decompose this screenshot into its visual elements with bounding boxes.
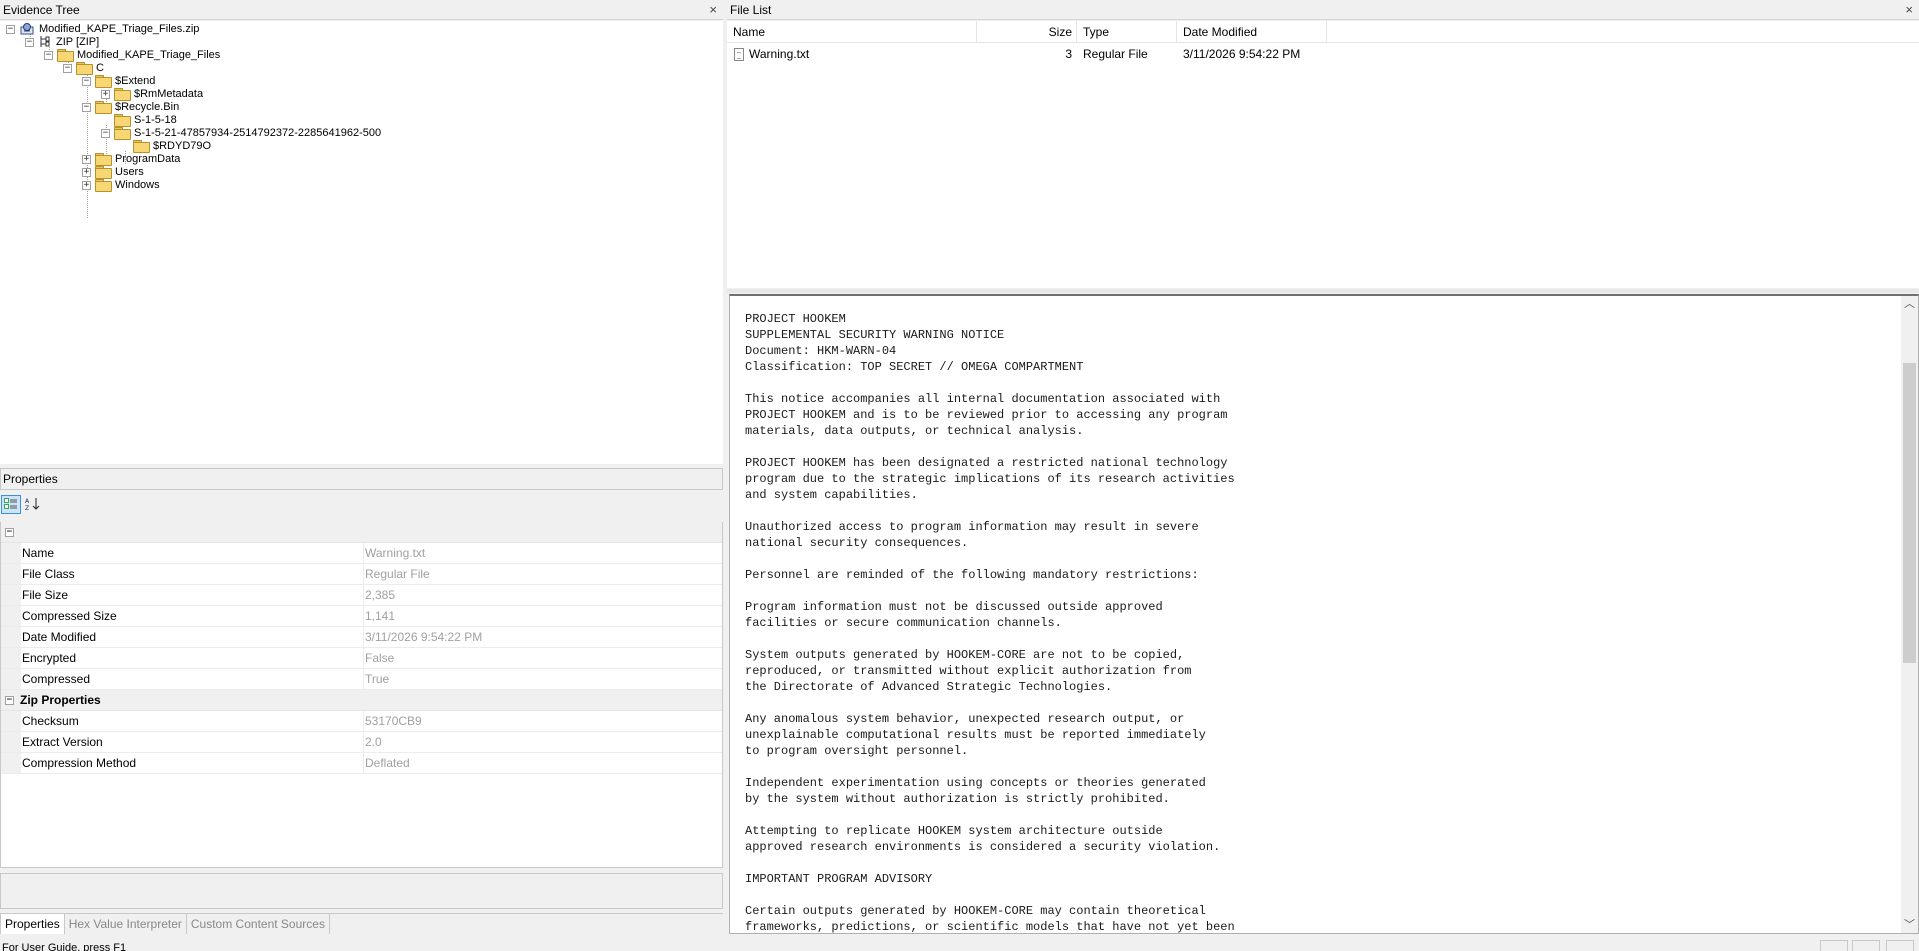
- property-row-encrypted[interactable]: Encrypted False: [1, 648, 722, 669]
- file-list-columns: Name Size Type Date Modified: [727, 21, 1919, 43]
- file-size: 3: [1065, 47, 1072, 61]
- scrollbar-thumb[interactable]: [1903, 363, 1916, 663]
- collapse-icon[interactable]: −: [5, 527, 14, 537]
- folder-icon: [95, 179, 112, 192]
- tab-hex-value-interpreter[interactable]: Hex Value Interpreter: [65, 914, 187, 934]
- svg-text:Z: Z: [25, 505, 29, 511]
- vertical-scrollbar[interactable]: ︿ ﹀: [1901, 296, 1918, 933]
- property-category-zip[interactable]: − Zip Properties: [1, 690, 722, 711]
- collapse-icon[interactable]: −: [82, 76, 91, 86]
- property-value: True: [365, 672, 390, 686]
- status-panel: [1852, 940, 1880, 951]
- column-header-size[interactable]: Size: [977, 21, 1077, 42]
- collapse-icon[interactable]: −: [6, 24, 15, 34]
- properties-header: Properties: [0, 468, 723, 490]
- property-value: 53170CB9: [365, 714, 422, 728]
- svg-text:A: A: [25, 498, 30, 505]
- property-value: Deflated: [365, 756, 410, 770]
- property-row-compression-method[interactable]: Compression Method Deflated: [1, 753, 722, 774]
- tree-node-label: Windows: [115, 179, 160, 191]
- alphabetical-sort-icon[interactable]: AZ: [23, 495, 43, 514]
- tree-node-folder[interactable]: + Windows: [82, 177, 160, 193]
- status-panel: [1820, 940, 1848, 951]
- expand-icon[interactable]: +: [82, 154, 91, 164]
- property-description-pane: [0, 873, 723, 909]
- file-type: Regular File: [1083, 47, 1148, 61]
- property-value: Warning.txt: [365, 546, 426, 560]
- evidence-tree[interactable]: − Modified_KAPE_Triage_Files.zip − ZIP […: [0, 21, 723, 464]
- file-list: Name Size Type Date Modified Warning.txt…: [727, 21, 1919, 288]
- properties-toolbar: AZ: [0, 493, 723, 515]
- file-date-modified: 3/11/2026 9:54:22 PM: [1183, 47, 1301, 61]
- categorized-view-icon[interactable]: [1, 494, 21, 514]
- property-row-compressed[interactable]: Compressed True: [1, 669, 722, 690]
- collapse-icon[interactable]: −: [5, 695, 14, 705]
- file-list-title: File List: [730, 3, 772, 17]
- property-value: 1,141: [365, 609, 396, 623]
- column-header-date-modified[interactable]: Date Modified: [1177, 21, 1327, 42]
- property-row-file-size[interactable]: File Size 2,385: [1, 585, 722, 606]
- file-row[interactable]: Warning.txt 3 Regular File 3/11/2026 9:5…: [727, 43, 1919, 65]
- properties-title: Properties: [3, 472, 58, 486]
- close-icon[interactable]: ×: [709, 0, 717, 20]
- collapse-icon[interactable]: −: [44, 50, 53, 60]
- file-list-header: File List ×: [727, 0, 1919, 20]
- expand-icon[interactable]: +: [101, 89, 110, 99]
- property-row-file-class[interactable]: File Class Regular File: [1, 564, 722, 585]
- property-row-date-modified[interactable]: Date Modified 3/11/2026 9:54:22 PM: [1, 627, 722, 648]
- collapse-icon[interactable]: −: [63, 63, 72, 73]
- tab-custom-content-sources[interactable]: Custom Content Sources: [187, 914, 330, 934]
- collapse-icon[interactable]: −: [101, 128, 110, 138]
- tree-connector: [87, 73, 88, 218]
- property-value: Regular File: [365, 567, 430, 581]
- property-value: 3/11/2026 9:54:22 PM: [365, 630, 483, 644]
- evidence-tree-header: Evidence Tree ×: [0, 0, 723, 20]
- text-viewer[interactable]: PROJECT HOOKEM SUPPLEMENTAL SECURITY WAR…: [729, 294, 1919, 934]
- scroll-up-icon[interactable]: ︿: [1901, 296, 1918, 313]
- status-bar: For User Guide, press F1: [0, 937, 1919, 951]
- property-grid: − Name Warning.txt File Class Regular File…: [0, 522, 723, 868]
- property-value: False: [365, 651, 395, 665]
- evidence-tree-title: Evidence Tree: [3, 3, 80, 17]
- text-file-icon: [734, 48, 744, 62]
- property-category-general[interactable]: −: [1, 522, 722, 543]
- category-label: Zip Properties: [20, 693, 101, 707]
- expand-icon[interactable]: +: [82, 180, 91, 190]
- property-row-compressed-size[interactable]: Compressed Size 1,141: [1, 606, 722, 627]
- bottom-tabs: Properties Hex Value Interpreter Custom …: [0, 913, 723, 934]
- scroll-down-icon[interactable]: ﹀: [1901, 917, 1918, 933]
- property-row-name[interactable]: Name Warning.txt: [1, 543, 722, 564]
- property-row-checksum[interactable]: Checksum 53170CB9: [1, 711, 722, 732]
- collapse-icon[interactable]: −: [25, 37, 34, 47]
- file-name: Warning.txt: [749, 47, 810, 61]
- expand-icon[interactable]: +: [82, 167, 91, 177]
- property-value: 2.0: [365, 735, 382, 749]
- close-icon[interactable]: ×: [1905, 0, 1913, 20]
- splitter[interactable]: [727, 289, 1919, 293]
- column-header-name[interactable]: Name: [727, 21, 977, 42]
- property-row-extract-version[interactable]: Extract Version 2.0: [1, 732, 722, 753]
- status-panel: [1886, 940, 1914, 951]
- tab-properties[interactable]: Properties: [0, 914, 65, 934]
- column-header-type[interactable]: Type: [1077, 21, 1177, 42]
- property-value: 2,385: [365, 588, 396, 602]
- file-content-text: PROJECT HOOKEM SUPPLEMENTAL SECURITY WAR…: [745, 312, 1235, 934]
- status-text: For User Guide, press F1: [2, 942, 127, 951]
- collapse-icon[interactable]: −: [82, 102, 91, 112]
